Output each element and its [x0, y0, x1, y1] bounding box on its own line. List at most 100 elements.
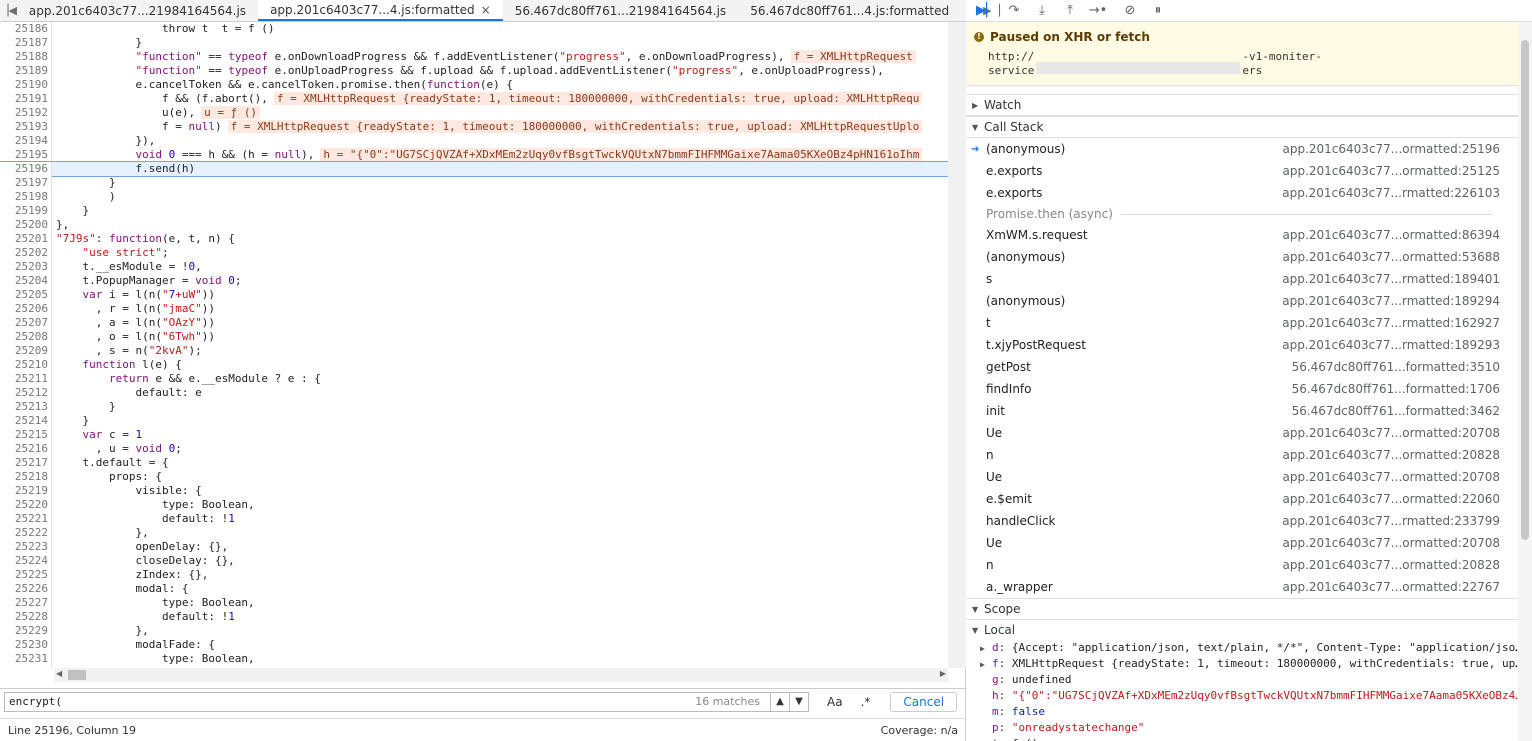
frame-location[interactable]: app.201c6403c77...rmatted:189401: [1282, 272, 1500, 286]
code-line[interactable]: 25209 , s = n("2kvA");: [0, 344, 948, 358]
regex-button[interactable]: .*: [861, 695, 871, 709]
call-frame[interactable]: e.exports app.201c6403c77...rmatted:22610…: [966, 182, 1532, 204]
previous-match-button[interactable]: ▲: [770, 691, 790, 712]
line-number[interactable]: 25213: [0, 400, 52, 414]
step-over-icon[interactable]: ↷: [1000, 0, 1028, 22]
code-line[interactable]: 25199 }: [0, 204, 948, 218]
line-number[interactable]: 25227: [0, 596, 52, 610]
code-line[interactable]: 25193 f = null) f = XMLHttpRequest {ready…: [0, 120, 948, 134]
frame-location[interactable]: app.201c6403c77...ormatted:20708: [1283, 536, 1501, 550]
code-line[interactable]: 25186 throw t t = f (): [0, 22, 948, 36]
line-number[interactable]: 25220: [0, 498, 52, 512]
code-line[interactable]: 25212 default: e: [0, 386, 948, 400]
code-line[interactable]: 25197 }: [0, 176, 948, 190]
line-number[interactable]: 25200: [0, 218, 52, 232]
code-line[interactable]: 25224 closeDelay: {},: [0, 554, 948, 568]
code-line[interactable]: 25227 type: Boolean,: [0, 596, 948, 610]
line-number[interactable]: 25222: [0, 526, 52, 540]
call-frame[interactable]: s app.201c6403c77...rmatted:189401: [966, 268, 1532, 290]
line-number[interactable]: 25189: [0, 64, 52, 78]
line-number[interactable]: 25214: [0, 414, 52, 428]
frame-location[interactable]: app.201c6403c77...ormatted:20828: [1283, 448, 1501, 462]
line-number[interactable]: 25190: [0, 78, 52, 92]
search-input[interactable]: [9, 695, 696, 708]
code-line[interactable]: 25205 var i = l(n("7+uW")): [0, 288, 948, 302]
code-line[interactable]: 25215 var c = 1: [0, 428, 948, 442]
call-frame[interactable]: init 56.467dc80ff761...formatted:3462: [966, 400, 1532, 422]
watch-section-header[interactable]: ▶ Watch: [966, 94, 1532, 116]
call-frame[interactable]: e.$emit app.201c6403c77...ormatted:22060: [966, 488, 1532, 510]
call-frame[interactable]: (anonymous) app.201c6403c77...ormatted:53…: [966, 246, 1532, 268]
code-line[interactable]: 25210 function l(e) {: [0, 358, 948, 372]
line-number[interactable]: 25209: [0, 344, 52, 358]
frame-location[interactable]: app.201c6403c77...rmatted:226103: [1282, 186, 1500, 200]
expand-triangle-icon[interactable]: ▶: [980, 641, 992, 656]
code-line[interactable]: 25206 , r = l(n("jmaC")): [0, 302, 948, 316]
frame-location[interactable]: app.201c6403c77...ormatted:25196: [1283, 142, 1501, 156]
line-number[interactable]: 25204: [0, 274, 52, 288]
line-number[interactable]: 25219: [0, 484, 52, 498]
frame-location[interactable]: app.201c6403c77...ormatted:86394: [1283, 228, 1501, 242]
line-number[interactable]: 25194: [0, 134, 52, 148]
code-line[interactable]: 25202 "use strict";: [0, 246, 948, 260]
line-number[interactable]: 25193: [0, 120, 52, 134]
step-into-icon[interactable]: ⤓: [1028, 0, 1056, 22]
frame-location[interactable]: app.201c6403c77...rmatted:189294: [1282, 294, 1500, 308]
line-number[interactable]: 25202: [0, 246, 52, 260]
line-number[interactable]: 25210: [0, 358, 52, 372]
step-out-icon[interactable]: ⤒: [1056, 0, 1084, 22]
frame-location[interactable]: app.201c6403c77...rmatted:189293: [1282, 338, 1500, 352]
code-line[interactable]: 25214 }: [0, 414, 948, 428]
line-number[interactable]: 25229: [0, 624, 52, 638]
call-frame[interactable]: e.exports app.201c6403c77...ormatted:2512…: [966, 160, 1532, 182]
frame-location[interactable]: app.201c6403c77...ormatted:20708: [1283, 470, 1501, 484]
code-line[interactable]: 25191 f && (f.abort(), f = XMLHttpRequest…: [0, 92, 948, 106]
line-number[interactable]: 25224: [0, 554, 52, 568]
frame-location[interactable]: app.201c6403c77...ormatted:20708: [1283, 426, 1501, 440]
step-icon[interactable]: →•: [1084, 0, 1112, 22]
line-number[interactable]: 25212: [0, 386, 52, 400]
line-number[interactable]: 25187: [0, 36, 52, 50]
line-number[interactable]: 25223: [0, 540, 52, 554]
expand-triangle-icon[interactable]: ▶: [980, 737, 992, 741]
scope-variable[interactable]: ▶ d: {Accept: "application/json, text/pla…: [966, 640, 1532, 656]
frame-location[interactable]: app.201c6403c77...ormatted:25125: [1283, 164, 1501, 178]
expand-triangle-icon[interactable]: ▶: [980, 657, 992, 672]
code-line[interactable]: 25192 u(e), u = ƒ (): [0, 106, 948, 120]
call-frame[interactable]: t app.201c6403c77...rmatted:162927: [966, 312, 1532, 334]
call-frame[interactable]: Ue app.201c6403c77...ormatted:20708: [966, 422, 1532, 444]
line-number[interactable]: 25211: [0, 372, 52, 386]
code-line[interactable]: 25221 default: !1: [0, 512, 948, 526]
code-line[interactable]: 25228 default: !1: [0, 610, 948, 624]
code-line[interactable]: 25220 type: Boolean,: [0, 498, 948, 512]
resume-icon[interactable]: ▶▏: [972, 0, 1000, 22]
code-line[interactable]: 25198 ): [0, 190, 948, 204]
call-frame[interactable]: t.xjyPostRequest app.201c6403c77...rmatte…: [966, 334, 1532, 356]
scroll-right-icon[interactable]: ▶: [940, 669, 946, 678]
deactivate-breakpoints-icon[interactable]: ⊘: [1116, 0, 1144, 22]
line-number[interactable]: 25191: [0, 92, 52, 106]
scope-variable[interactable]: ▶ f: XMLHttpRequest {readyState: 1, timeo…: [966, 656, 1532, 672]
code-line[interactable]: 25223 openDelay: {},: [0, 540, 948, 554]
call-frame[interactable]: a._wrapper app.201c6403c77...ormatted:227…: [966, 576, 1532, 598]
pause-on-exceptions-icon[interactable]: ⏸: [1144, 0, 1172, 22]
code-line[interactable]: 25217 t.default = {: [0, 456, 948, 470]
editor-tab[interactable]: app.201c6403c77...4.js:formatted ×: [258, 0, 503, 21]
scope-variable[interactable]: ▶t: ƒ (): [966, 736, 1532, 741]
line-number[interactable]: 25230: [0, 638, 52, 652]
call-frame[interactable]: handleClick app.201c6403c77...rmatted:233…: [966, 510, 1532, 532]
line-number[interactable]: 25206: [0, 302, 52, 316]
code-line[interactable]: 25207 , a = l(n("OAzY")): [0, 316, 948, 330]
editor-vertical-scrollbar[interactable]: [948, 22, 966, 668]
frame-location[interactable]: app.201c6403c77...ormatted:20828: [1283, 558, 1501, 572]
call-stack-section-header[interactable]: ▼ Call Stack: [966, 116, 1532, 138]
line-number[interactable]: 25199: [0, 204, 52, 218]
line-number[interactable]: 25197: [0, 176, 52, 190]
frame-location[interactable]: 56.467dc80ff761...formatted:3462: [1292, 404, 1500, 418]
local-scope-header[interactable]: ▼ Local: [966, 620, 1532, 640]
call-frame[interactable]: (anonymous) app.201c6403c77...rmatted:189…: [966, 290, 1532, 312]
current-execution-line[interactable]: 25196 f.send(h): [0, 161, 948, 177]
frame-location[interactable]: app.201c6403c77...ormatted:22767: [1283, 580, 1501, 594]
line-number[interactable]: 25201: [0, 232, 52, 246]
call-frame[interactable]: Ue app.201c6403c77...ormatted:20708: [966, 532, 1532, 554]
